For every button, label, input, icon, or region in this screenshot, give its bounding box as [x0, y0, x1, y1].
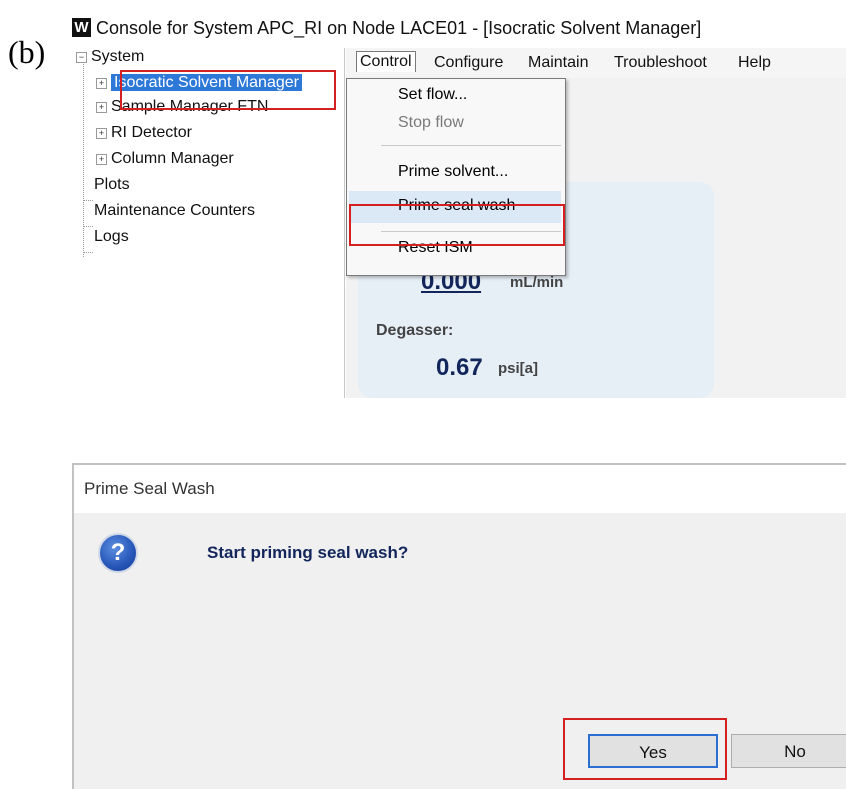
console-title: Console for System APC_RI on Node LACE01…	[96, 18, 702, 38]
console-titlebar: W Console for System APC_RI on Node LACE…	[72, 10, 846, 46]
tree-guide-line	[83, 200, 93, 201]
highlight-box	[349, 204, 565, 246]
waters-logo-icon: W	[72, 18, 91, 37]
dialog-title: Prime Seal Wash	[84, 479, 215, 498]
degasser-value: 0.67	[436, 354, 483, 381]
expand-icon[interactable]: +	[96, 154, 107, 165]
instrument-panel: Control Configure Maintain Troubleshoot …	[346, 48, 846, 398]
menu-maintain[interactable]: Maintain	[528, 54, 588, 72]
tree-item-label: RI Detector	[111, 124, 192, 141]
tree-guide-line	[83, 252, 93, 253]
menu-item-stop-flow: Stop flow	[398, 114, 464, 131]
tree-item-plots[interactable]: Plots	[94, 176, 130, 194]
tree-item-logs[interactable]: Logs	[94, 228, 129, 246]
tree-guide-line	[83, 62, 84, 257]
menu-bar: Control Configure Maintain Troubleshoot …	[346, 48, 846, 78]
tree-item-system[interactable]: − System	[76, 48, 144, 66]
flow-rate-unit: mL/min	[510, 274, 564, 291]
menu-control[interactable]: Control	[356, 51, 416, 72]
tree-item-ri-detector[interactable]: + RI Detector	[96, 124, 192, 142]
expand-icon[interactable]: +	[96, 128, 107, 139]
question-icon: ?	[98, 533, 138, 573]
tree-item-maintenance-counters[interactable]: Maintenance Counters	[94, 202, 255, 220]
console-window: W Console for System APC_RI on Node LACE…	[72, 10, 846, 398]
expand-icon[interactable]: +	[96, 102, 107, 113]
degasser-unit: psi[a]	[498, 360, 539, 377]
collapse-icon[interactable]: −	[76, 52, 87, 63]
tree-item-label: Column Manager	[111, 150, 234, 167]
highlight-box	[563, 718, 727, 780]
tree-item-label: System	[91, 48, 145, 65]
no-button[interactable]: No	[731, 734, 846, 768]
tree-guide-line	[83, 226, 93, 227]
expand-icon[interactable]: +	[96, 78, 107, 89]
control-menu-dropdown: Set flow... Stop flow Prime solvent... P…	[346, 78, 566, 276]
menu-troubleshoot[interactable]: Troubleshoot	[614, 54, 707, 72]
menu-help[interactable]: Help	[738, 54, 771, 72]
panel-label: (b)	[8, 34, 46, 70]
highlight-box	[120, 70, 336, 110]
menu-separator	[381, 145, 561, 146]
prime-seal-wash-dialog: Prime Seal Wash ? Start priming seal was…	[72, 463, 846, 789]
dialog-message: Start priming seal wash?	[207, 543, 409, 562]
menu-item-prime-solvent[interactable]: Prime solvent...	[398, 163, 508, 181]
menu-configure[interactable]: Configure	[434, 54, 503, 72]
dialog-titlebar: Prime Seal Wash	[74, 465, 846, 513]
tree-item-column-manager[interactable]: + Column Manager	[96, 150, 234, 168]
degasser-label: Degasser:	[376, 322, 454, 339]
menu-item-set-flow[interactable]: Set flow...	[398, 86, 467, 104]
